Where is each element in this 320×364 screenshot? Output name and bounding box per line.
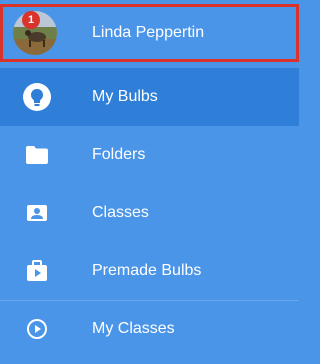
menu-item-label: Classes: [92, 204, 149, 221]
bulb-icon: [22, 82, 52, 112]
menu-item-classes[interactable]: Classes: [0, 184, 299, 242]
play-circle-icon: [22, 314, 52, 344]
menu-item-my-classes[interactable]: My Classes: [0, 300, 299, 358]
profile-name: Linda Peppertin: [92, 24, 205, 41]
premade-bulbs-icon: [22, 256, 52, 286]
menu-item-label: Premade Bulbs: [92, 262, 202, 279]
classes-icon: [22, 198, 52, 228]
profile-row[interactable]: 1 Linda Peppertin: [0, 4, 299, 62]
menu-item-my-bulbs[interactable]: My Bulbs: [0, 68, 299, 126]
navigation-menu: 1 Linda Peppertin My Bulbs Folders Class…: [0, 0, 299, 364]
menu-item-folders[interactable]: Folders: [0, 126, 299, 184]
notification-badge: 1: [22, 11, 40, 29]
folder-icon: [22, 140, 52, 170]
menu-item-label: Folders: [92, 146, 146, 163]
menu-item-premade-bulbs[interactable]: Premade Bulbs: [0, 242, 299, 300]
menu-item-label: My Bulbs: [92, 88, 158, 105]
menu-item-label: My Classes: [92, 320, 175, 337]
